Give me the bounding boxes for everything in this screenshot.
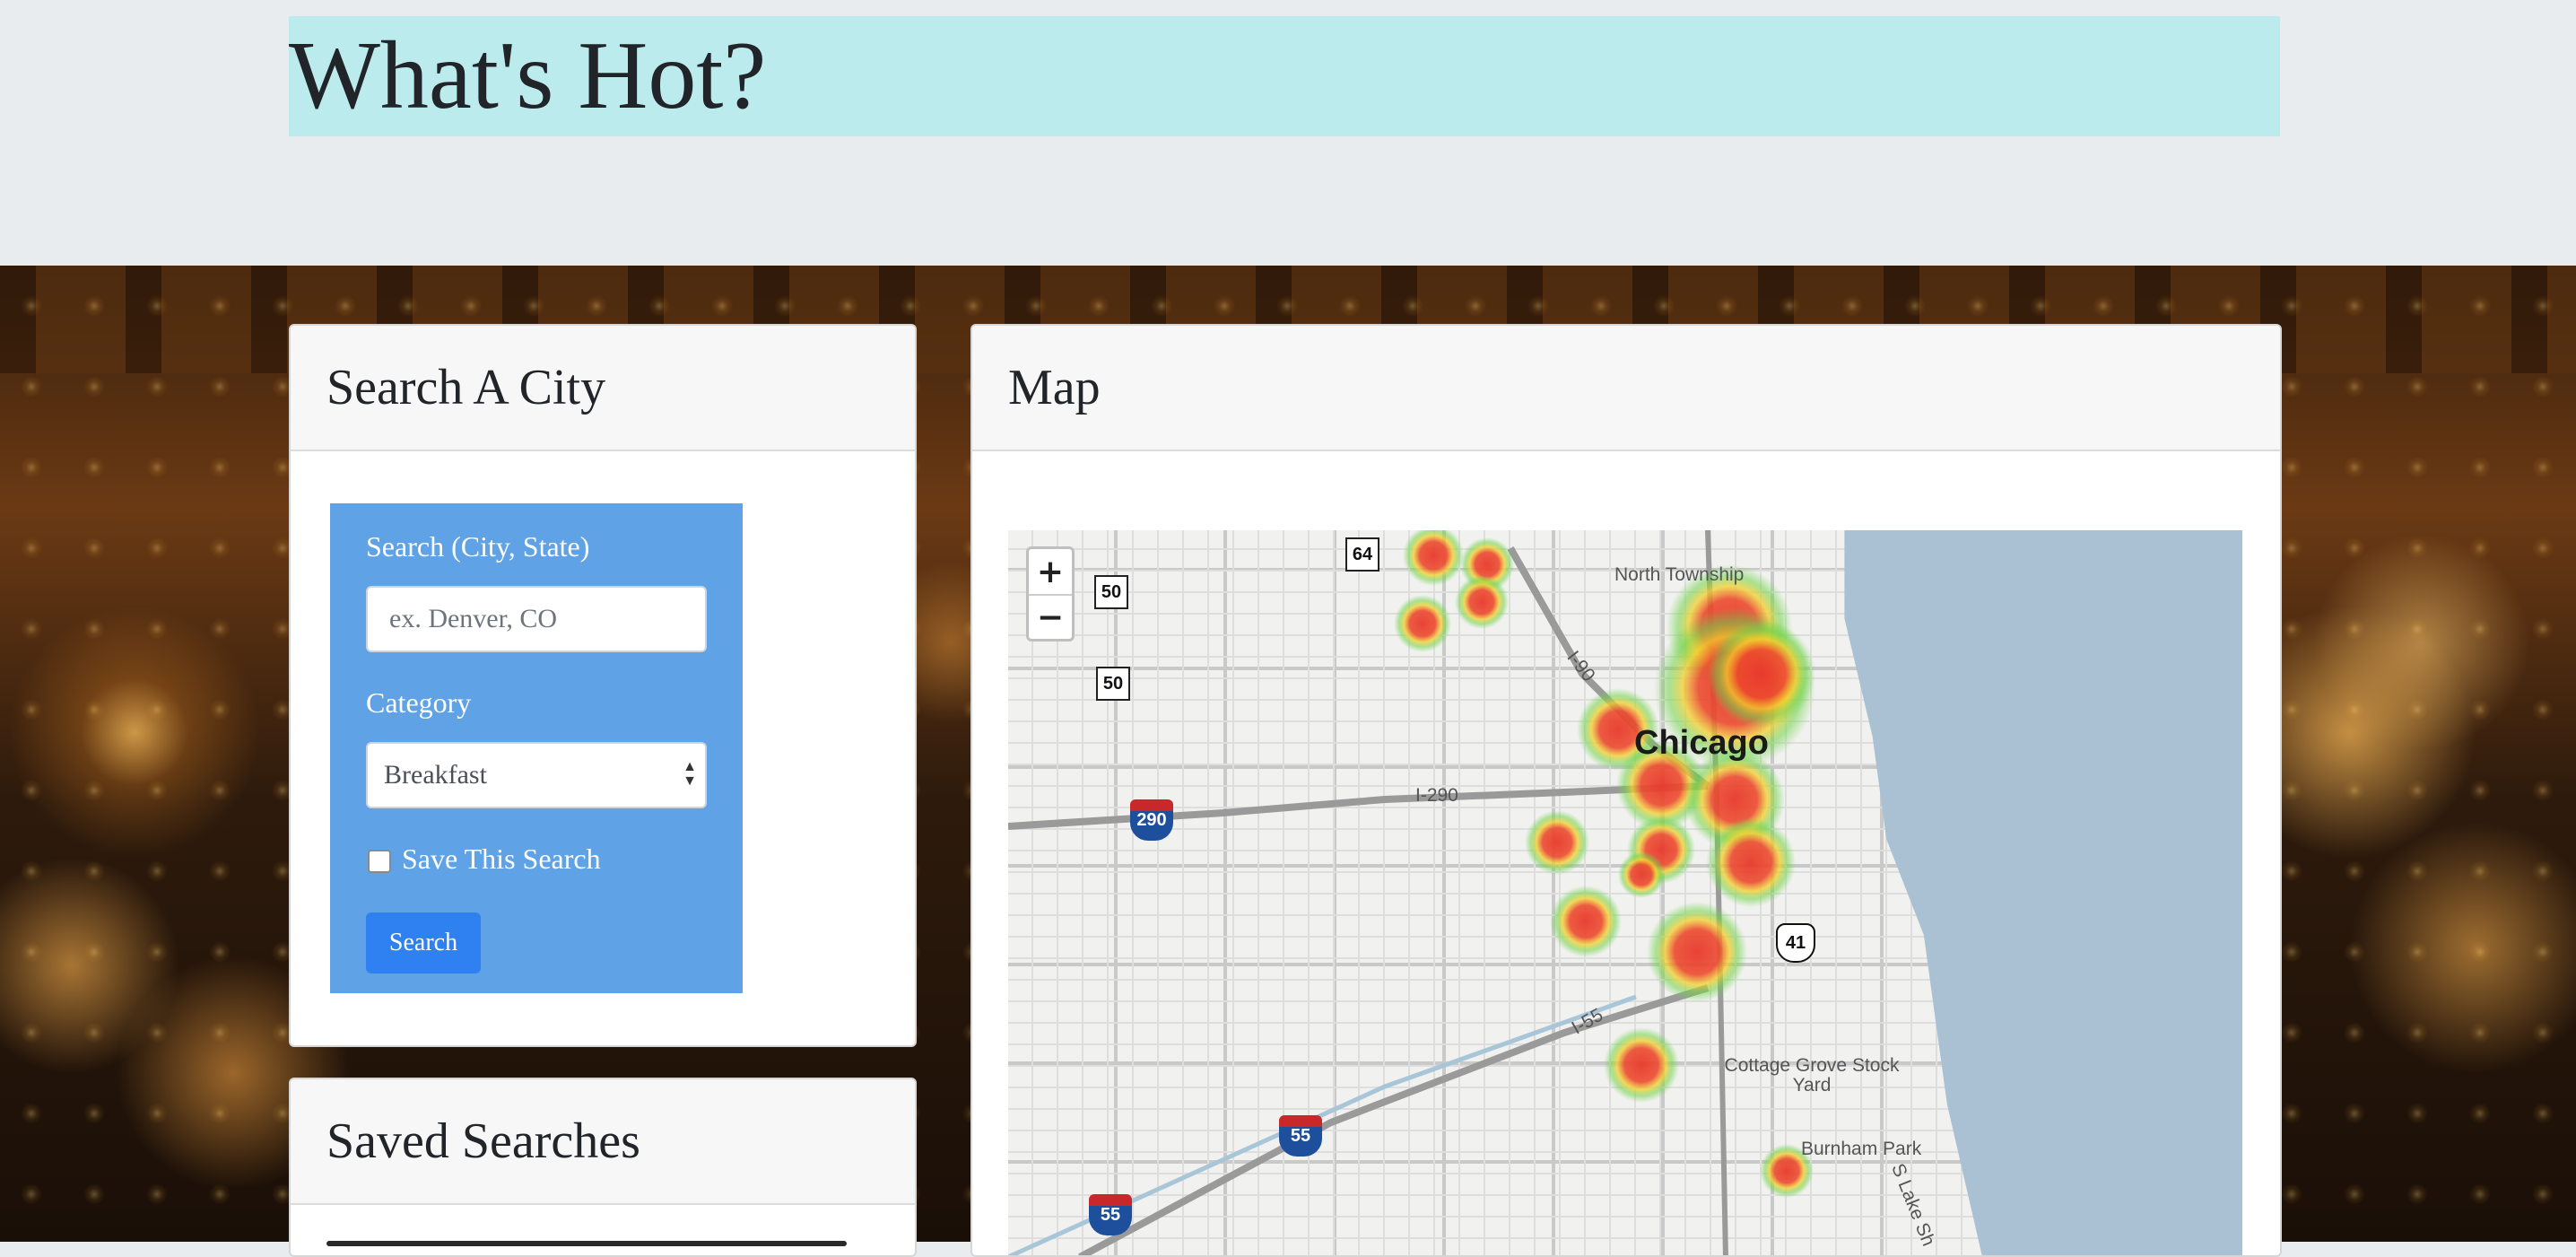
label-chicago: Chicago xyxy=(1634,724,1769,762)
label-burnham-park: Burnham Park xyxy=(1801,1139,1922,1159)
search-label: Search (City, State) xyxy=(366,530,590,563)
map-card-title: Map xyxy=(972,326,2280,451)
category-select[interactable]: Breakfast ▲ ▼ xyxy=(366,742,707,808)
category-label: Category xyxy=(366,686,472,719)
i-290-shield-icon: 290 xyxy=(1130,799,1173,841)
search-button[interactable]: Search xyxy=(366,912,481,973)
i-55-shield-icon: 55 xyxy=(1089,1194,1132,1235)
title-banner: What's Hot? xyxy=(289,16,2280,136)
us-50-shield-icon: 50 xyxy=(1094,575,1128,609)
save-search-checkbox[interactable] xyxy=(368,850,391,873)
label-north-township: North Township xyxy=(1614,564,1745,585)
heatmap-map[interactable]: + − North Township Chicago I-90 I-290 I-… xyxy=(1008,530,2242,1255)
zoom-out-button[interactable]: − xyxy=(1029,594,1072,639)
search-card-title: Search A City xyxy=(291,326,915,451)
map-overlay xyxy=(1008,530,1815,1255)
page-title: What's Hot? xyxy=(289,22,767,129)
map-card: Map + − North Township Chicago I-90 I-29… xyxy=(970,324,2282,1257)
saved-searches-card: Saved Searches xyxy=(289,1078,917,1257)
saved-searches-title: Saved Searches xyxy=(291,1079,915,1205)
category-selected-value: Breakfast xyxy=(384,760,487,790)
zoom-in-button[interactable]: + xyxy=(1029,549,1072,594)
label-cottage-grove: Cottage Grove Stock Yard xyxy=(1724,1055,1900,1096)
search-card: Search A City Search (City, State) Categ… xyxy=(289,324,917,1047)
save-search-label[interactable]: Save This Search xyxy=(402,842,601,876)
us-41-shield-icon: 41 xyxy=(1776,923,1815,963)
jumbotron: What's Hot? xyxy=(0,0,2576,266)
i-55-shield-icon: 55 xyxy=(1279,1115,1322,1157)
us-64-shield-icon: 64 xyxy=(1345,537,1379,572)
search-input[interactable] xyxy=(366,586,707,652)
i55-highway xyxy=(1078,984,1710,1255)
select-arrows-icon: ▲ ▼ xyxy=(683,759,697,789)
search-form: Search (City, State) Category Breakfast … xyxy=(330,503,743,993)
label-i290: I-290 xyxy=(1415,785,1458,806)
us-50-shield-icon: 50 xyxy=(1096,667,1130,701)
zoom-control: + − xyxy=(1026,546,1075,642)
i290-highway xyxy=(1008,782,1709,830)
